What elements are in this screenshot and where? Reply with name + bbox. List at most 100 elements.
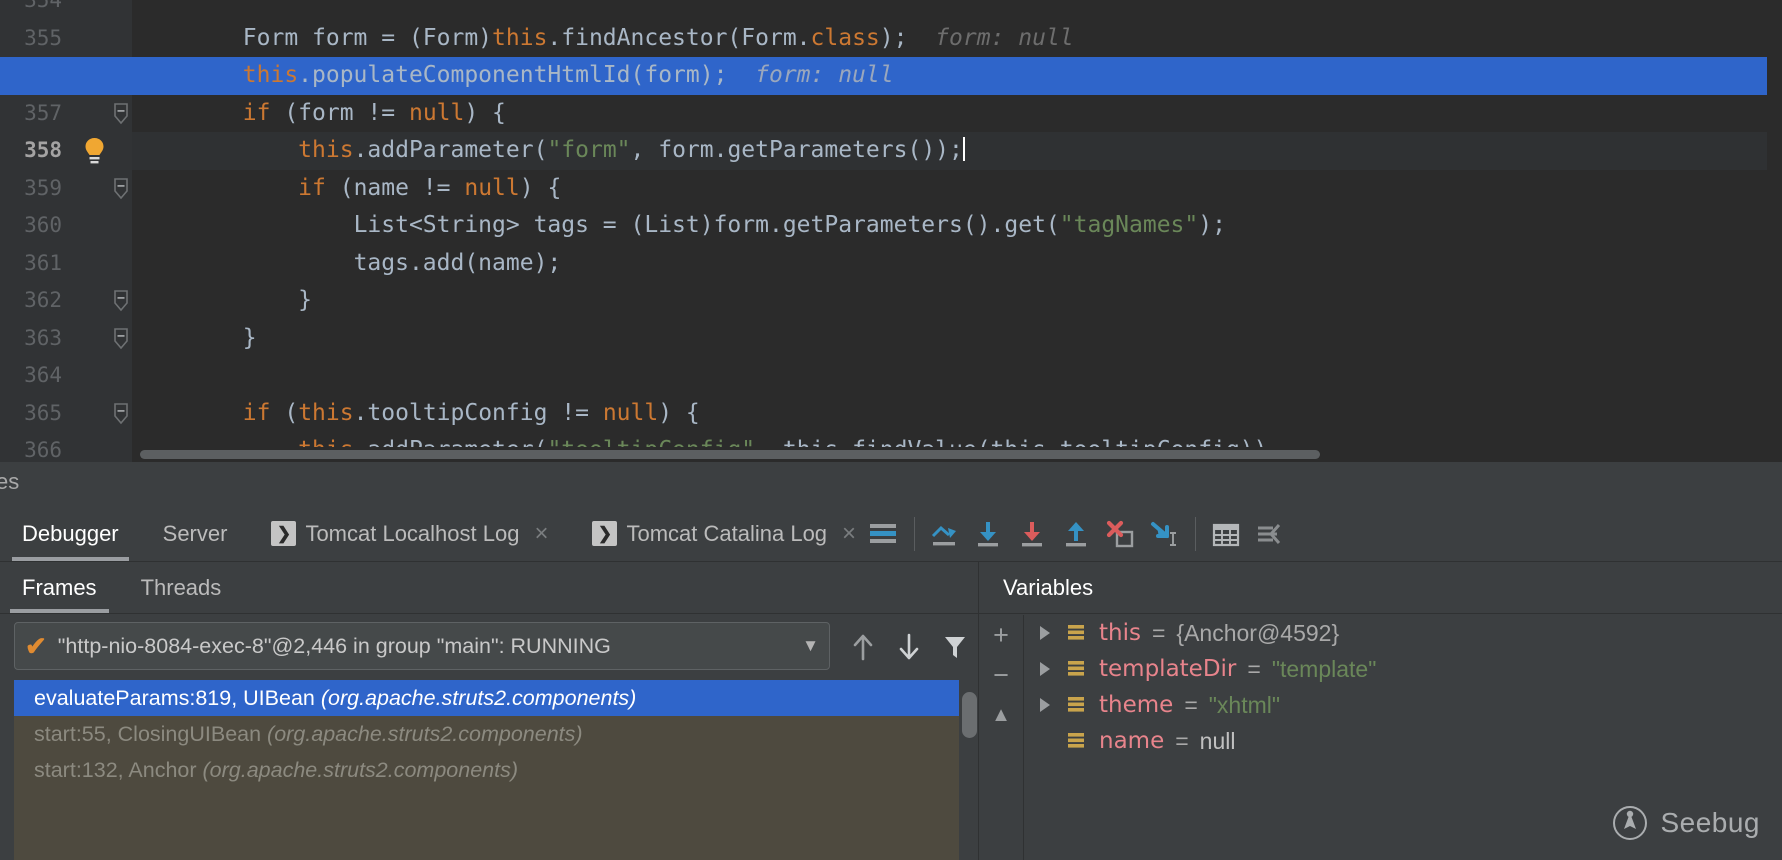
code-line[interactable]: List<String> tags = (List)form.getParame… bbox=[132, 207, 1226, 245]
code-token: this bbox=[298, 400, 353, 426]
frame-list-item[interactable]: start:55, ClosingUIBean (org.apache.stru… bbox=[14, 716, 959, 752]
debug-tab-server[interactable]: Server bbox=[141, 506, 250, 561]
seebug-logo-icon bbox=[1611, 804, 1649, 842]
remove-watch-button[interactable]: − bbox=[979, 655, 1023, 695]
code-line[interactable]: if (this.tooltipConfig != null) { bbox=[132, 395, 700, 433]
frames-subtab-threads[interactable]: Threads bbox=[119, 562, 244, 613]
close-icon[interactable]: × bbox=[842, 520, 856, 548]
editor-horizontal-scrollbar[interactable] bbox=[132, 447, 1782, 462]
code-token bbox=[132, 137, 298, 163]
settings-icon[interactable] bbox=[1248, 516, 1292, 552]
frames-scroll-thumb[interactable] bbox=[962, 692, 977, 738]
fold-marker[interactable] bbox=[110, 282, 132, 320]
variable-value: {Anchor@4592} bbox=[1176, 620, 1339, 647]
code-token bbox=[132, 25, 243, 51]
code-token: (form != bbox=[270, 100, 408, 126]
code-token: this bbox=[243, 62, 298, 88]
debug-tab-tomcat-catalina-log[interactable]: ❯Tomcat Catalina Log× bbox=[570, 506, 878, 561]
editor-hscroll-thumb[interactable] bbox=[140, 450, 1320, 459]
editor-vertical-scrollbar[interactable] bbox=[1767, 0, 1782, 447]
code-line[interactable]: if (name != null) { bbox=[132, 170, 561, 208]
code-token bbox=[132, 175, 298, 201]
debug-tab-label: Tomcat Catalina Log bbox=[626, 521, 827, 547]
expand-triangle-icon[interactable] bbox=[1035, 659, 1055, 679]
debugger-toolbar[interactable] bbox=[862, 516, 1292, 552]
run-to-cursor-icon[interactable] bbox=[1143, 516, 1187, 552]
drop-frame-icon[interactable] bbox=[1099, 516, 1143, 552]
frame-method: evaluateParams:819, UIBean bbox=[34, 686, 321, 710]
frames-filter-button[interactable] bbox=[932, 628, 978, 666]
step-over-icon[interactable] bbox=[923, 516, 967, 552]
debug-tab-list[interactable]: DebuggerServer❯Tomcat Localhost Log×❯Tom… bbox=[0, 506, 878, 561]
line-number: 366 bbox=[0, 432, 70, 462]
field-icon bbox=[1066, 659, 1088, 680]
add-watch-button[interactable]: + bbox=[979, 615, 1023, 655]
fold-marker[interactable] bbox=[110, 395, 132, 433]
variable-row[interactable]: this={Anchor@4592} bbox=[1024, 615, 1782, 651]
scroll-up-button[interactable]: ▲ bbox=[979, 695, 1023, 735]
mute-breakpoints-icon[interactable] bbox=[862, 516, 906, 552]
code-line[interactable]: } bbox=[132, 282, 312, 320]
frames-pane[interactable]: FramesThreads ✔ "http-nio-8084-exec-8"@2… bbox=[0, 562, 978, 860]
line-number: 359 bbox=[0, 170, 70, 208]
debug-tab-tomcat-localhost-log[interactable]: ❯Tomcat Localhost Log× bbox=[249, 506, 570, 561]
step-into-icon[interactable] bbox=[967, 516, 1011, 552]
fold-marker[interactable] bbox=[110, 320, 132, 358]
frame-method: start:55, ClosingUIBean bbox=[34, 722, 267, 746]
step-out-icon[interactable] bbox=[1055, 516, 1099, 552]
code-token bbox=[132, 212, 354, 238]
code-line[interactable]: this.addParameter("form", form.getParame… bbox=[132, 132, 965, 170]
evaluate-expression-icon[interactable] bbox=[1204, 516, 1248, 552]
code-token: null bbox=[603, 400, 658, 426]
expand-triangle-icon[interactable] bbox=[1035, 623, 1055, 643]
debug-tab-debugger[interactable]: Debugger bbox=[0, 506, 141, 561]
code-token: "tagNames" bbox=[1060, 212, 1198, 238]
debug-tool-window[interactable]: DebuggerServer❯Tomcat Localhost Log×❯Tom… bbox=[0, 506, 1782, 860]
frames-up-button[interactable] bbox=[840, 628, 886, 666]
close-icon[interactable]: × bbox=[534, 520, 548, 548]
frames-down-button[interactable] bbox=[886, 628, 932, 666]
frames-subtab-frames[interactable]: Frames bbox=[0, 562, 119, 613]
variables-toolbar[interactable]: +−▲ bbox=[979, 615, 1023, 860]
code-line[interactable]: if (form != null) { bbox=[132, 95, 506, 133]
line-number: 362 bbox=[0, 282, 70, 320]
code-token: ); bbox=[1198, 212, 1226, 238]
variable-row[interactable]: theme="xhtml" bbox=[1024, 687, 1782, 723]
fold-marker[interactable] bbox=[110, 95, 132, 133]
code-token: List<String> tags = (List)form.getParame… bbox=[354, 212, 1060, 238]
frame-list-item[interactable]: evaluateParams:819, UIBean (org.apache.s… bbox=[14, 680, 959, 716]
code-line[interactable]: tags.add(name); bbox=[132, 245, 561, 283]
frames-subtab-bar[interactable]: FramesThreads bbox=[0, 562, 978, 614]
code-line[interactable]: Form form = (Form)this.findAncestor(Form… bbox=[132, 20, 1074, 58]
toolbar-separator bbox=[914, 517, 915, 551]
code-editor[interactable]: 354355356357358359360361362363364365366 … bbox=[0, 0, 1782, 462]
frames-scrollbar[interactable] bbox=[959, 680, 978, 860]
code-line[interactable]: } bbox=[132, 320, 257, 358]
force-step-into-icon[interactable] bbox=[1011, 516, 1055, 552]
variable-name: theme bbox=[1099, 692, 1173, 718]
code-token: .findAncestor(Form. bbox=[547, 25, 810, 51]
code-token bbox=[132, 62, 243, 88]
frames-list[interactable]: evaluateParams:819, UIBean (org.apache.s… bbox=[14, 680, 959, 860]
expand-triangle-icon[interactable] bbox=[1035, 695, 1055, 715]
variable-row[interactable]: name=null bbox=[1024, 723, 1782, 759]
frame-list-item[interactable]: start:132, Anchor (org.apache.struts2.co… bbox=[14, 752, 959, 788]
chevron-down-icon[interactable]: ▼ bbox=[802, 636, 819, 656]
code-content[interactable]: Form form = (Form)this.findAncestor(Form… bbox=[132, 0, 1782, 462]
code-line[interactable]: this.populateComponentHtmlId(form); form… bbox=[132, 57, 894, 95]
fold-marker[interactable] bbox=[110, 170, 132, 208]
thread-selector-row[interactable]: ✔ "http-nio-8084-exec-8"@2,446 in group … bbox=[0, 622, 978, 672]
variable-name: name bbox=[1099, 728, 1164, 754]
line-number: 361 bbox=[0, 245, 70, 283]
variables-title: Variables bbox=[1003, 575, 1093, 601]
thread-selector[interactable]: ✔ "http-nio-8084-exec-8"@2,446 in group … bbox=[14, 622, 830, 670]
variables-header: Variables bbox=[979, 562, 1782, 614]
code-token: , form.getParameters()); bbox=[631, 137, 963, 163]
debug-tabs-bar[interactable]: DebuggerServer❯Tomcat Localhost Log×❯Tom… bbox=[0, 506, 1782, 562]
field-icon bbox=[1066, 731, 1088, 752]
variable-value: null bbox=[1200, 728, 1236, 755]
code-token: this bbox=[492, 25, 547, 51]
intention-bulb-icon[interactable] bbox=[81, 137, 108, 165]
variable-row[interactable]: templateDir="template" bbox=[1024, 651, 1782, 687]
code-token: null bbox=[464, 175, 519, 201]
